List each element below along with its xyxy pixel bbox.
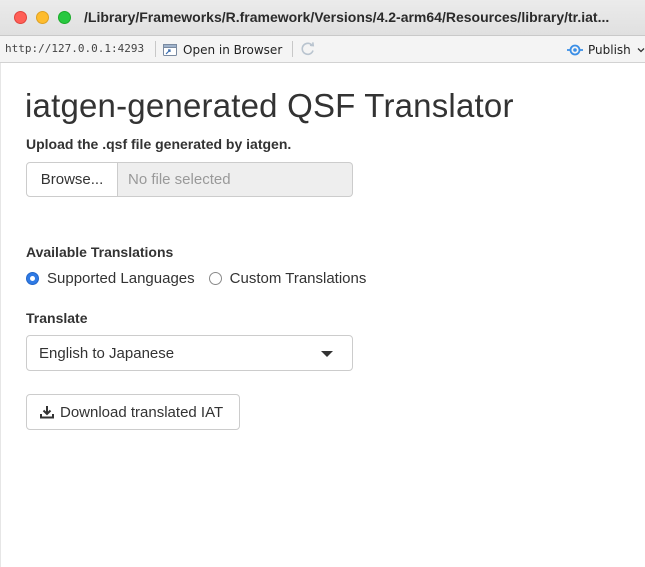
radio-custom-translations[interactable]: Custom Translations [208, 270, 367, 287]
publish-button[interactable]: Publish [566, 40, 645, 59]
upload-label: Upload the .qsf file generated by iatgen… [26, 136, 292, 152]
open-in-browser-label: Open in Browser [183, 42, 283, 57]
file-upload-input: Browse... No file selected [26, 162, 353, 197]
toolbar-divider [155, 41, 156, 57]
radio-checked-icon [26, 272, 39, 285]
publish-icon [567, 44, 583, 55]
translate-select-value: English to Japanese [39, 344, 175, 362]
maximize-window-button[interactable] [58, 11, 71, 24]
radio-supported-languages[interactable]: Supported Languages [26, 270, 195, 287]
radio-supported-languages-label: Supported Languages [47, 270, 195, 287]
app-content: iatgen-generated QSF Translator Upload t… [0, 63, 645, 567]
radio-custom-translations-label: Custom Translations [229, 270, 367, 287]
translate-label: Translate [26, 310, 88, 326]
download-icon [40, 406, 54, 419]
file-name-field[interactable]: No file selected [118, 162, 353, 197]
download-translated-iat-button[interactable]: Download translated IAT [26, 394, 240, 430]
publish-label: Publish [588, 42, 631, 57]
toolbar-divider [292, 41, 293, 57]
open-in-browser-icon [163, 43, 177, 56]
available-translations-label: Available Translations [26, 244, 174, 260]
open-in-browser-button[interactable]: Open in Browser [163, 40, 282, 59]
window-title: /Library/Frameworks/R.framework/Versions… [84, 9, 610, 25]
browse-button[interactable]: Browse... [26, 162, 118, 197]
minimize-window-button[interactable] [36, 11, 49, 24]
refresh-icon[interactable] [300, 41, 316, 57]
title-bar: /Library/Frameworks/R.framework/Versions… [0, 0, 645, 36]
app-window: /Library/Frameworks/R.framework/Versions… [0, 0, 645, 567]
viewer-toolbar: http://127.0.0.1:4293 Open in Browser Pu… [0, 36, 645, 63]
download-button-label: Download translated IAT [60, 403, 224, 421]
url-label: http://127.0.0.1:4293 [5, 42, 145, 55]
translation-source-radio-group: Supported Languages Custom Translations [26, 270, 380, 287]
page-title: iatgen-generated QSF Translator [25, 87, 514, 124]
radio-unchecked-icon [208, 272, 222, 285]
close-window-button[interactable] [14, 11, 27, 24]
translate-select[interactable]: English to Japanese [26, 335, 353, 371]
caret-down-icon [321, 351, 333, 357]
chevron-down-icon [637, 47, 645, 52]
